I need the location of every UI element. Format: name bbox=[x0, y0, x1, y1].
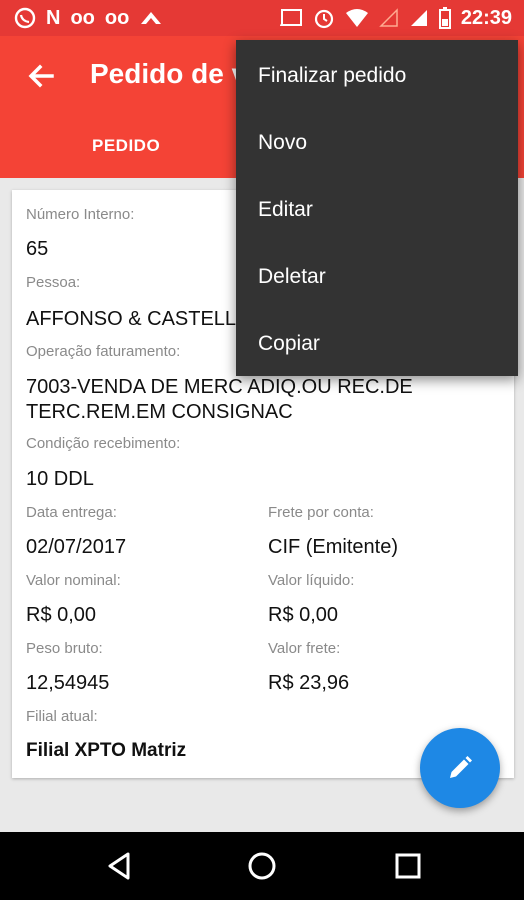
operacao-value-line2: TERC.REM.EM CONSIGNAC bbox=[26, 401, 293, 423]
edit-fab-button[interactable] bbox=[420, 728, 500, 808]
data-entrega-label: Data entrega: bbox=[26, 504, 117, 521]
voicemail-icon: oo bbox=[70, 7, 95, 29]
cast-icon bbox=[279, 9, 302, 27]
clock: 22:39 bbox=[460, 7, 512, 29]
pessoa-label: Pessoa: bbox=[26, 274, 81, 291]
whatsapp-icon bbox=[14, 7, 36, 29]
signal-icon bbox=[410, 10, 427, 26]
valor-liquido-label: Valor líquido: bbox=[268, 572, 355, 589]
menu-item-copiar[interactable]: Copiar bbox=[236, 310, 518, 377]
overflow-menu: Finalizar pedido Novo Editar Deletar Cop… bbox=[236, 40, 518, 376]
cloud-icon bbox=[141, 12, 162, 24]
pessoa-value: AFFONSO & CASTELL bbox=[26, 308, 237, 330]
signal-empty-icon bbox=[379, 8, 398, 27]
back-triangle-icon[interactable] bbox=[100, 846, 140, 886]
menu-item-deletar[interactable]: Deletar bbox=[236, 243, 518, 310]
frete-conta-value: CIF (Emitente) bbox=[268, 536, 399, 558]
status-bar: N oo oo 22:39 bbox=[0, 0, 524, 36]
wifi-icon bbox=[345, 9, 368, 27]
home-circle-icon[interactable] bbox=[242, 846, 282, 886]
back-arrow-icon[interactable] bbox=[22, 56, 62, 96]
valor-liquido-value: R$ 0,00 bbox=[268, 604, 339, 626]
data-entrega-value: 02/07/2017 bbox=[26, 536, 127, 558]
alarm-icon bbox=[314, 9, 333, 29]
notification-icons: N oo oo bbox=[14, 6, 163, 30]
filial-label: Filial atual: bbox=[26, 708, 98, 725]
frete-conta-label: Frete por conta: bbox=[268, 504, 374, 521]
tab-pedido[interactable]: PEDIDO bbox=[92, 136, 160, 156]
menu-item-finalizar-pedido[interactable]: Finalizar pedido bbox=[236, 42, 518, 109]
valor-frete-label: Valor frete: bbox=[268, 640, 341, 657]
valor-frete-value: R$ 23,96 bbox=[268, 672, 350, 694]
menu-item-editar[interactable]: Editar bbox=[236, 176, 518, 243]
condicao-label: Condição recebimento: bbox=[26, 435, 181, 452]
operacao-value-line1: 7003-VENDA DE MERC ADIQ.OU REC.DE bbox=[26, 376, 413, 398]
numero-interno-value: 65 bbox=[26, 238, 49, 260]
voicemail-icon: oo bbox=[104, 7, 130, 29]
condicao-value: 10 DDL bbox=[26, 468, 94, 490]
menu-item-novo[interactable]: Novo bbox=[236, 109, 518, 176]
peso-bruto-label: Peso bruto: bbox=[26, 640, 103, 657]
valor-nominal-label: Valor nominal: bbox=[26, 572, 121, 589]
operacao-label: Operação faturamento: bbox=[26, 343, 181, 360]
valor-nominal-value: R$ 0,00 bbox=[26, 604, 97, 626]
pencil-icon bbox=[450, 756, 472, 778]
n-app-icon: N bbox=[46, 7, 61, 29]
filial-value: Filial XPTO Matriz bbox=[26, 740, 187, 761]
page-title: Pedido de v bbox=[90, 58, 248, 89]
battery-icon bbox=[438, 7, 451, 29]
recents-square-icon[interactable] bbox=[388, 846, 428, 886]
numero-interno-label: Número Interno: bbox=[26, 206, 135, 223]
peso-bruto-value: 12,54945 bbox=[26, 672, 110, 694]
system-icons: 22:39 bbox=[279, 6, 512, 30]
system-nav-bar bbox=[0, 832, 524, 900]
